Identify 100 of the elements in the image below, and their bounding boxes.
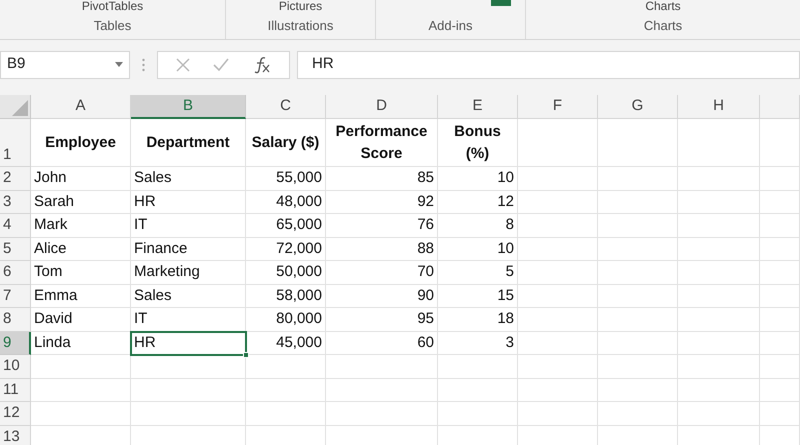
row-header[interactable]: 1 <box>0 119 31 167</box>
empty-cell[interactable] <box>678 402 760 426</box>
table-cell[interactable]: 8 <box>438 214 518 238</box>
table-cell[interactable]: HR <box>131 190 246 214</box>
table-cell[interactable]: 18 <box>438 308 518 332</box>
empty-cell[interactable] <box>598 308 678 332</box>
empty-cell[interactable] <box>518 284 598 308</box>
row-header[interactable]: 13 <box>0 426 31 445</box>
empty-cell[interactable] <box>598 355 678 378</box>
table-cell[interactable]: 50,000 <box>246 261 326 284</box>
empty-cell[interactable] <box>598 167 678 190</box>
empty-cell[interactable] <box>518 238 598 261</box>
empty-cell[interactable] <box>131 378 246 402</box>
empty-cell[interactable] <box>598 402 678 426</box>
table-cell[interactable]: David <box>31 308 131 332</box>
empty-cell[interactable] <box>678 308 760 332</box>
empty-cell[interactable] <box>131 355 246 378</box>
empty-cell[interactable] <box>598 214 678 238</box>
empty-cell[interactable] <box>760 167 800 190</box>
row-header[interactable]: 11 <box>0 378 31 402</box>
function-icon[interactable] <box>253 56 272 74</box>
empty-cell[interactable] <box>678 119 760 167</box>
row-header[interactable]: 4 <box>0 214 31 238</box>
column-header[interactable]: C <box>246 95 326 119</box>
table-cell[interactable]: Sales <box>131 167 246 190</box>
empty-cell[interactable] <box>760 355 800 378</box>
select-all-icon[interactable] <box>12 100 28 116</box>
table-cell[interactable]: 88 <box>326 238 438 261</box>
empty-cell[interactable] <box>518 355 598 378</box>
empty-cell[interactable] <box>598 332 678 355</box>
table-cell[interactable]: IT <box>131 308 246 332</box>
table-cell[interactable]: 15 <box>438 284 518 308</box>
empty-cell[interactable] <box>518 378 598 402</box>
table-cell[interactable]: 65,000 <box>246 214 326 238</box>
table-cell[interactable]: 10 <box>438 167 518 190</box>
table-cell[interactable]: Department <box>131 119 246 167</box>
table-cell[interactable]: 70 <box>326 261 438 284</box>
table-cell[interactable]: Emma <box>31 284 131 308</box>
column-header[interactable]: A <box>31 95 131 119</box>
ribbon-button[interactable]: Pictures <box>278 0 322 13</box>
column-header[interactable]: E <box>438 95 518 119</box>
table-cell[interactable]: 58,000 <box>246 284 326 308</box>
row-header[interactable]: 3 <box>0 190 31 214</box>
row-header[interactable]: 5 <box>0 238 31 261</box>
empty-cell[interactable] <box>678 190 760 214</box>
empty-cell[interactable] <box>760 308 800 332</box>
table-cell[interactable]: Linda <box>31 332 131 355</box>
table-cell[interactable]: Employee <box>31 119 131 167</box>
fill-handle[interactable] <box>243 352 249 358</box>
empty-cell[interactable] <box>760 402 800 426</box>
empty-cell[interactable] <box>598 190 678 214</box>
checkmark-icon[interactable] <box>213 58 230 71</box>
ribbon-button[interactable]: Charts <box>645 0 681 13</box>
empty-cell[interactable] <box>760 378 800 402</box>
table-cell[interactable]: Performance Score <box>326 119 438 167</box>
empty-cell[interactable] <box>598 284 678 308</box>
empty-cell[interactable] <box>598 238 678 261</box>
table-cell[interactable]: Bonus (%) <box>438 119 518 167</box>
empty-cell[interactable] <box>760 261 800 284</box>
empty-cell[interactable] <box>518 214 598 238</box>
empty-cell[interactable] <box>518 402 598 426</box>
table-cell[interactable]: 48,000 <box>246 190 326 214</box>
empty-cell[interactable] <box>131 402 246 426</box>
table-cell[interactable]: HR <box>131 332 246 355</box>
empty-cell[interactable] <box>246 378 326 402</box>
empty-cell[interactable] <box>438 402 518 426</box>
table-cell[interactable]: 80,000 <box>246 308 326 332</box>
empty-cell[interactable] <box>678 378 760 402</box>
row-header[interactable]: 12 <box>0 402 31 426</box>
empty-cell[interactable] <box>518 332 598 355</box>
empty-cell[interactable] <box>760 190 800 214</box>
empty-cell[interactable] <box>678 238 760 261</box>
column-header[interactable]: D <box>326 95 438 119</box>
table-cell[interactable]: 60 <box>326 332 438 355</box>
empty-cell[interactable] <box>518 167 598 190</box>
column-header[interactable]: B <box>131 95 246 119</box>
table-cell[interactable]: 92 <box>326 190 438 214</box>
empty-cell[interactable] <box>518 261 598 284</box>
empty-cell[interactable] <box>246 402 326 426</box>
table-cell[interactable]: IT <box>131 214 246 238</box>
empty-cell[interactable] <box>760 238 800 261</box>
table-cell[interactable]: Alice <box>31 238 131 261</box>
table-cell[interactable]: 3 <box>438 332 518 355</box>
ribbon-button[interactable]: PivotTables <box>82 0 144 13</box>
column-header[interactable]: F <box>518 95 598 119</box>
empty-cell[interactable] <box>598 378 678 402</box>
table-cell[interactable]: 10 <box>438 238 518 261</box>
empty-cell[interactable] <box>326 378 438 402</box>
table-cell[interactable]: 5 <box>438 261 518 284</box>
empty-cell[interactable] <box>326 355 438 378</box>
empty-cell[interactable] <box>438 355 518 378</box>
table-cell[interactable]: 95 <box>326 308 438 332</box>
formula-input[interactable]: HR <box>297 50 800 78</box>
row-header[interactable]: 2 <box>0 167 31 190</box>
column-header[interactable]: G <box>598 95 678 119</box>
table-cell[interactable]: Mark <box>31 214 131 238</box>
empty-cell[interactable] <box>518 119 598 167</box>
table-cell[interactable]: John <box>31 167 131 190</box>
empty-cell[interactable] <box>678 284 760 308</box>
empty-cell[interactable] <box>598 261 678 284</box>
